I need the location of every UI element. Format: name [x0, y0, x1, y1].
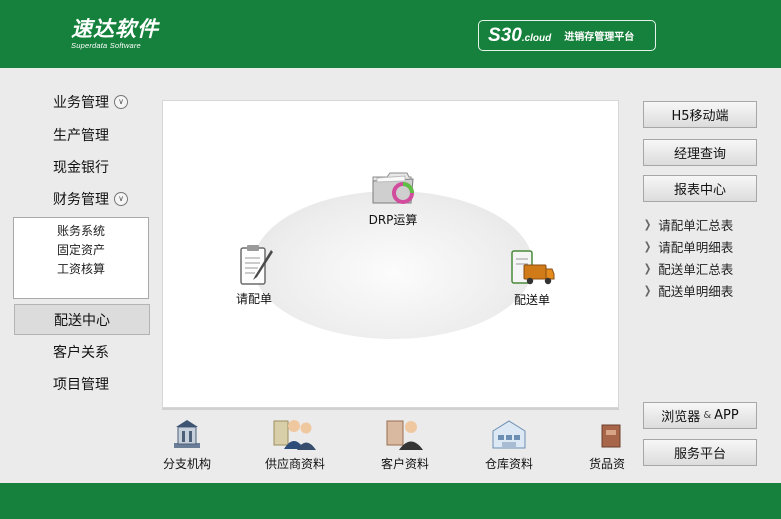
logo-subtitle: Superdata Software: [71, 41, 141, 50]
report-link-label: 配送单明细表: [658, 284, 734, 299]
browser-label: 浏览器: [661, 410, 701, 425]
report-link-label: 请配单汇总表: [658, 218, 734, 233]
sidebar-item-business[interactable]: 业务管理 ∨: [14, 87, 150, 117]
sidebar-item-label: 客户关系: [53, 345, 109, 361]
tile-label: 客户资料: [381, 457, 430, 471]
sidebar-item-finance[interactable]: 财务管理 ∨: [14, 184, 150, 214]
sidebar-item-label: 财务管理: [53, 192, 109, 208]
report-link-label: 请配单明细表: [658, 240, 734, 255]
customer-person-icon: [386, 420, 423, 450]
report-link-request-detail[interactable]: ❯ 请配单明细表: [643, 237, 733, 256]
submenu-item-payroll[interactable]: 工资核算: [14, 260, 148, 279]
tile-label: 货品资: [589, 457, 626, 471]
company-logo: 速达软件 Superdata Software: [71, 16, 159, 51]
submenu-item-fixed-assets[interactable]: 固定资产: [14, 241, 148, 260]
chevron-right-icon: ❯: [643, 218, 652, 231]
service-platform-button[interactable]: 服务平台: [643, 439, 757, 466]
manager-query-label: 经理查询: [673, 147, 726, 162]
report-link-label: 配送单汇总表: [658, 262, 734, 277]
folder-refresh-icon: [372, 172, 414, 204]
tile-branch[interactable]: 分支机构: [163, 417, 211, 472]
top-header: 速达软件 Superdata Software S30 .cloud 进销存管理…: [0, 0, 781, 68]
clipboard-pen-icon: [240, 245, 273, 285]
tile-supplier[interactable]: 供应商资料: [265, 417, 325, 472]
sidebar-item-label: 现金银行: [53, 160, 109, 176]
sidebar-item-crm[interactable]: 客户关系: [14, 337, 150, 367]
report-link-delivery-detail[interactable]: ❯ 配送单明细表: [643, 281, 733, 300]
report-center-label: 报表中心: [673, 183, 726, 198]
chevron-right-icon: ❯: [643, 284, 652, 297]
logo-text: 速达软件: [71, 16, 159, 41]
report-link-delivery-summary[interactable]: ❯ 配送单汇总表: [643, 259, 733, 278]
product-suffix: .cloud: [521, 33, 552, 44]
h5-mobile-label: H5移动端: [671, 109, 729, 124]
expand-icon[interactable]: ∨: [114, 192, 128, 206]
base-data-strip: 分支机构 供应商资料 客户资料 仓库资料 货品资: [157, 413, 630, 483]
tile-label: 分支机构: [163, 457, 212, 471]
expand-icon[interactable]: ∨: [114, 95, 128, 109]
branch-building-icon: [174, 420, 200, 448]
tile-customer[interactable]: 客户资料: [381, 417, 429, 472]
report-link-request-summary[interactable]: ❯ 请配单汇总表: [643, 215, 733, 234]
tile-warehouse[interactable]: 仓库资料: [485, 417, 533, 472]
warehouse-icon: [492, 420, 526, 449]
manager-query-button[interactable]: 经理查询: [643, 139, 757, 166]
tile-goods[interactable]: 货品资: [589, 417, 625, 472]
drp-node[interactable]: DRP运算: [367, 169, 419, 228]
delivery-order-node[interactable]: 配送单: [508, 249, 556, 308]
goods-icon: [601, 424, 621, 448]
submenu-item-accounting[interactable]: 账务系统: [14, 222, 148, 241]
sidebar-item-cash-bank[interactable]: 现金银行: [14, 152, 150, 182]
browser-app-button[interactable]: 浏览器 & APP: [643, 402, 757, 429]
chevron-right-icon: ❯: [643, 240, 652, 253]
finance-submenu: 账务系统 固定资产 工资核算: [13, 217, 149, 299]
app-label: APP: [714, 408, 739, 423]
sidebar-item-projects[interactable]: 项目管理: [14, 369, 150, 399]
sidebar-item-distribution[interactable]: 配送中心: [14, 304, 150, 335]
bottom-footer-bar: [0, 483, 781, 519]
product-name: S30: [488, 24, 522, 46]
ampersand-label: &: [703, 410, 712, 421]
sidebar-item-label: 配送中心: [54, 312, 110, 329]
sidebar-item-label: 项目管理: [53, 377, 109, 393]
delivery-order-label: 配送单: [513, 293, 550, 307]
chevron-right-icon: ❯: [643, 262, 652, 275]
service-platform-label: 服务平台: [673, 447, 726, 462]
drp-label: DRP运算: [368, 213, 418, 227]
sidebar-item-label: 生产管理: [53, 128, 109, 144]
request-order-label: 请配单: [235, 292, 272, 306]
supplier-people-icon: [273, 420, 316, 450]
tile-label: 供应商资料: [265, 457, 326, 471]
report-center-button[interactable]: 报表中心: [643, 175, 757, 202]
product-title: 进销存管理平台: [564, 32, 635, 43]
request-order-node[interactable]: 请配单: [231, 244, 277, 307]
sidebar-item-label: 业务管理: [53, 95, 109, 111]
h5-mobile-button[interactable]: H5移动端: [643, 101, 757, 128]
tile-label: 仓库资料: [485, 457, 534, 471]
product-badge: S30 .cloud 进销存管理平台: [478, 20, 656, 51]
sidebar-item-production[interactable]: 生产管理: [14, 120, 150, 150]
workflow-panel: DRP运算 请配单 配送单: [162, 100, 619, 408]
delivery-truck-icon: [511, 250, 555, 285]
